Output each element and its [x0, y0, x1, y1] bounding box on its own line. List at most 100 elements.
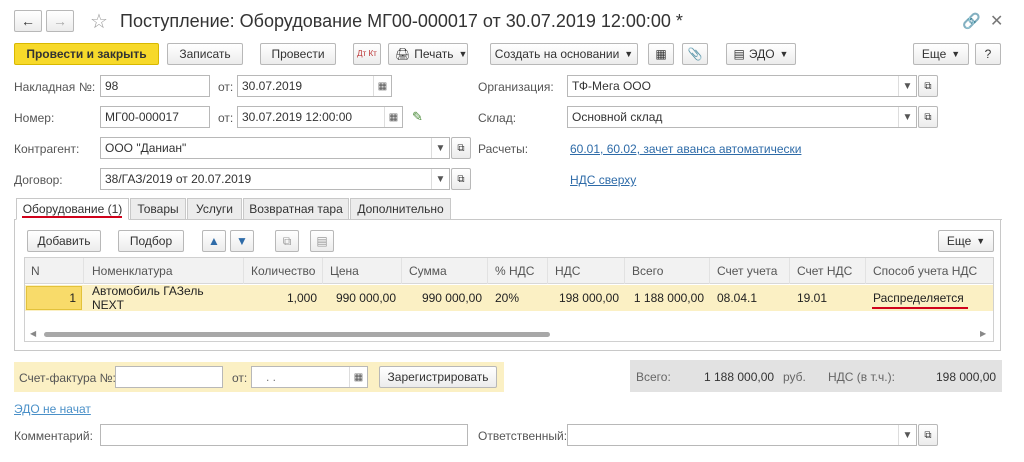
invoice-reg-from-label: от: — [232, 371, 248, 385]
scroll-right-icon[interactable]: ▶ — [980, 329, 986, 338]
number-date-value: 30.07.2019 12:00:00 — [242, 110, 353, 124]
chevron-down-icon: ▼ — [976, 236, 986, 246]
invoice-label: Накладная — [14, 80, 76, 94]
col-vat[interactable]: НДС — [549, 258, 625, 284]
table-more-button[interactable]: Еще ▼ — [938, 230, 994, 252]
invoice-date-field[interactable]: 30.07.2019 — [237, 75, 392, 97]
total-value: 1 188 000,00 — [704, 370, 775, 384]
open-counterparty-button[interactable]: ⧉ — [451, 137, 471, 159]
col-nomenclature[interactable]: Номенклатура — [86, 258, 244, 284]
dtkt-icon: Дт Кт — [357, 49, 377, 58]
number-from-label: от: — [218, 111, 234, 125]
tab-services[interactable]: Услуги — [187, 198, 242, 220]
link-icon[interactable]: 🔗 — [962, 12, 981, 30]
post-and-close-button[interactable]: Провести и закрыть — [14, 43, 159, 65]
add-button[interactable]: Добавить — [27, 230, 101, 252]
number-field[interactable]: МГ00-000017 — [100, 106, 210, 128]
edo-label: ЭДО — [748, 47, 775, 61]
save-button[interactable]: Записать — [167, 43, 243, 65]
col-n[interactable]: N — [25, 258, 84, 284]
col-total[interactable]: Всего — [626, 258, 710, 284]
tab-additional[interactable]: Дополнительно — [350, 198, 451, 220]
org-field[interactable]: ТФ-Мега ООО — [567, 75, 917, 97]
paste-button[interactable]: ▤ — [310, 230, 334, 252]
settlements-link[interactable]: 60.01, 60.02, зачет аванса автоматически — [570, 142, 801, 156]
move-up-button[interactable]: ▲ — [202, 230, 226, 252]
chevron-down-icon[interactable]: ▼ — [898, 76, 916, 96]
tab-returnable-packaging[interactable]: Возвратная тара — [243, 198, 349, 220]
calendar-icon[interactable]: ▦ — [349, 367, 367, 387]
invoice-no-field[interactable]: 98 — [100, 75, 210, 97]
structure-button[interactable]: ▦ — [648, 43, 674, 65]
settlements-label: Расчеты: — [478, 142, 529, 156]
more-button[interactable]: Еще ▼ — [913, 43, 969, 65]
vat-link[interactable]: НДС сверху — [570, 173, 636, 187]
scroll-left-icon[interactable]: ◀ — [30, 329, 36, 338]
move-down-button[interactable]: ▼ — [230, 230, 254, 252]
back-button[interactable]: ← — [14, 10, 42, 32]
edo-button[interactable]: ▤ ЭДО ▼ — [726, 43, 796, 65]
contract-label: Договор: — [14, 173, 63, 187]
post-button[interactable]: Провести — [260, 43, 336, 65]
comment-field[interactable] — [100, 424, 468, 446]
col-account[interactable]: Счет учета — [711, 258, 790, 284]
tab-equipment-label: Оборудование (1) — [22, 202, 123, 216]
counterparty-value: ООО "Даниан" — [105, 141, 187, 155]
cell-quantity: 1,000 — [286, 291, 317, 305]
copy-icon: ⧉ — [282, 233, 292, 248]
chevron-down-icon: ▼ — [624, 49, 634, 59]
col-vat-rate[interactable]: % НДС — [489, 258, 548, 284]
chevron-down-icon[interactable]: ▼ — [431, 138, 449, 158]
print-button[interactable]: 🖨 Печать ▼ — [388, 43, 468, 65]
structure-icon: ▦ — [655, 47, 667, 61]
chevron-down-icon[interactable]: ▼ — [431, 169, 449, 189]
arrow-down-icon: ▼ — [236, 234, 248, 248]
forward-button[interactable]: → — [46, 10, 74, 32]
copy-button[interactable]: ⧉ — [275, 230, 299, 252]
chevron-down-icon[interactable]: ▼ — [898, 107, 916, 127]
vat-total-label: НДС (в т.ч.): — [828, 370, 895, 384]
edo-status-link[interactable]: ЭДО не начат — [14, 402, 91, 416]
invoice-reg-field[interactable] — [115, 366, 223, 388]
tab-goods[interactable]: Товары — [130, 198, 186, 220]
contract-field[interactable]: 38/ГАЗ/2019 от 20.07.2019 — [100, 168, 450, 190]
cell-sum: 990 000,00 — [421, 291, 482, 305]
table-more-label: Еще — [946, 234, 972, 248]
register-button[interactable]: Зарегистрировать — [379, 366, 497, 388]
open-org-button[interactable]: ⧉ — [918, 75, 938, 97]
open-responsible-button[interactable]: ⧉ — [918, 424, 938, 446]
help-button[interactable]: ? — [975, 43, 1001, 65]
col-sum[interactable]: Сумма — [403, 258, 488, 284]
chevron-down-icon[interactable]: ▼ — [898, 425, 916, 445]
open-warehouse-button[interactable]: ⧉ — [918, 106, 938, 128]
attach-button[interactable]: 📎 — [682, 43, 708, 65]
col-price[interactable]: Цена — [324, 258, 402, 284]
star-icon[interactable]: ☆ — [90, 9, 108, 34]
calendar-icon[interactable]: ▦ — [373, 76, 391, 96]
invoice-date-value: 30.07.2019 — [242, 79, 303, 93]
col-quantity[interactable]: Количество — [245, 258, 323, 284]
invoice-no-label: №: — [79, 80, 96, 94]
warehouse-field[interactable]: Основной склад — [567, 106, 917, 128]
warehouse-label: Склад: — [478, 111, 517, 125]
pick-button[interactable]: Подбор — [118, 230, 184, 252]
col-vat-account[interactable]: Счет НДС — [791, 258, 866, 284]
dtkt-button[interactable]: Дт Кт — [353, 43, 381, 65]
arrow-left-icon: ← — [21, 13, 35, 29]
close-icon[interactable]: ✕ — [990, 11, 1003, 31]
open-contract-button[interactable]: ⧉ — [451, 168, 471, 190]
responsible-field[interactable] — [567, 424, 917, 446]
printer-icon: 🖨 — [395, 47, 411, 61]
create-based-button[interactable]: Создать на основании ▼ — [490, 43, 638, 65]
cell-vat-rate: 20% — [495, 291, 520, 305]
edit-icon[interactable]: ✎ — [412, 109, 423, 125]
number-date-field[interactable]: 30.07.2019 12:00:00 — [237, 106, 403, 128]
open-icon: ⧉ — [924, 80, 932, 92]
calendar-icon[interactable]: ▦ — [384, 107, 402, 127]
horizontal-scrollbar[interactable] — [44, 332, 550, 337]
col-vat-method[interactable]: Способ учета НДС — [867, 258, 993, 284]
counterparty-field[interactable]: ООО "Даниан" — [100, 137, 450, 159]
create-based-label: Создать на основании — [494, 47, 620, 61]
number-value: МГ00-000017 — [105, 110, 179, 124]
comment-label: Комментарий: — [14, 429, 93, 443]
